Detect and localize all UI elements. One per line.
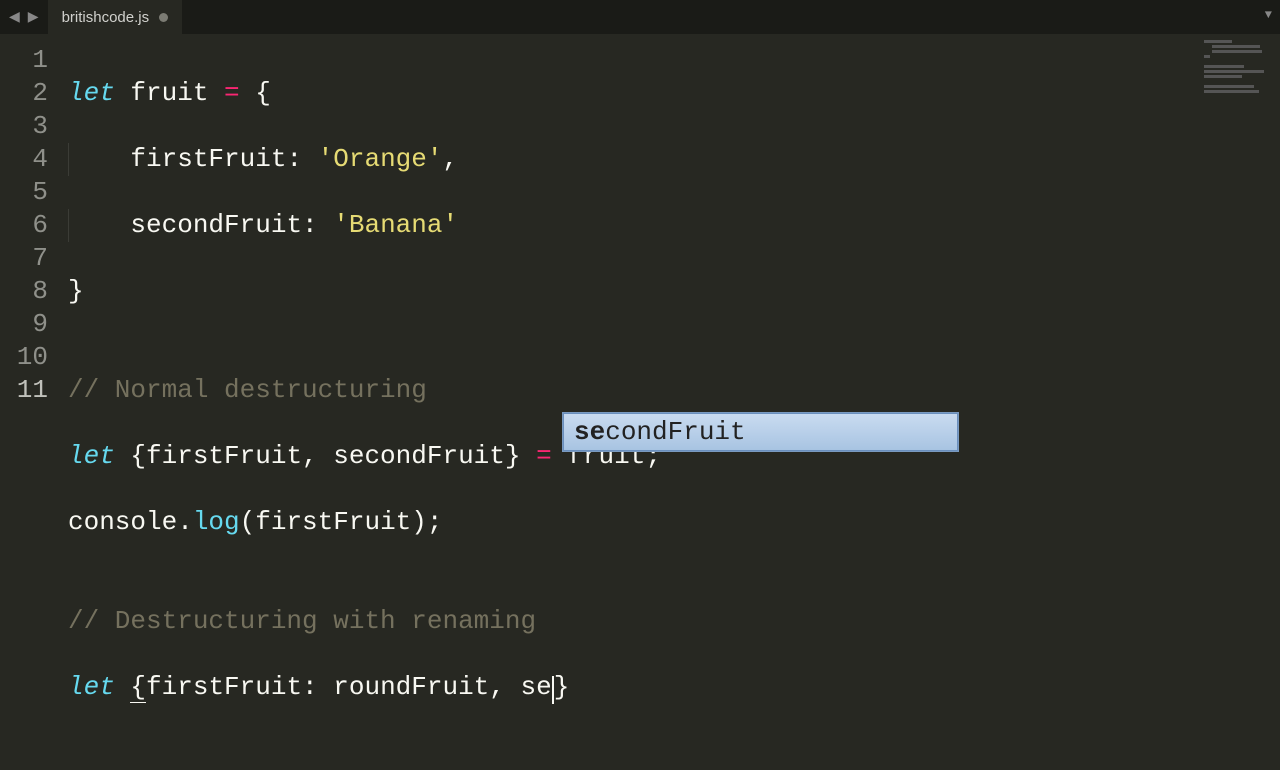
autocomplete-item[interactable]: secondFruit <box>563 413 958 451</box>
autocomplete-popup[interactable]: secondFruit <box>562 412 959 452</box>
file-tab[interactable]: britishcode.js <box>48 0 183 34</box>
code-area[interactable]: let fruit = { firstFruit: 'Orange', seco… <box>68 44 1280 770</box>
nav-back-icon[interactable]: ◀ <box>6 7 23 28</box>
tab-bar: ◀ ▶ britishcode.js ▼ <box>0 0 1280 34</box>
tab-menu-icon[interactable]: ▼ <box>1265 8 1272 22</box>
tab-nav: ◀ ▶ <box>0 0 48 34</box>
line-number-gutter: 1 2 3 4 5 6 7 8 9 10 11 <box>0 44 68 770</box>
tab-title: britishcode.js <box>62 9 150 26</box>
unsaved-dot-icon <box>159 13 168 22</box>
text-cursor <box>552 676 554 704</box>
nav-forward-icon[interactable]: ▶ <box>25 7 42 28</box>
editor[interactable]: 1 2 3 4 5 6 7 8 9 10 11 let fruit = { fi… <box>0 34 1280 720</box>
